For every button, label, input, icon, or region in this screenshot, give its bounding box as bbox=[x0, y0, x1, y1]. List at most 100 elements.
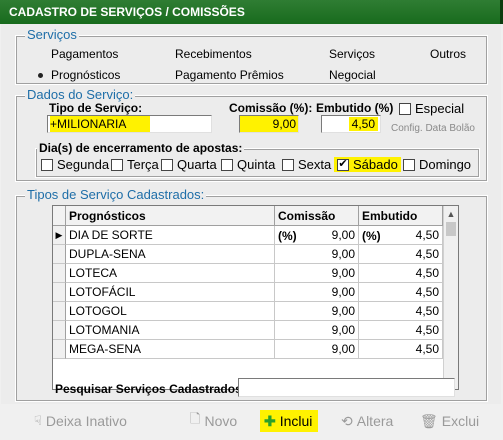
especial-label: Especial bbox=[415, 101, 465, 116]
table-cell: 4,50 bbox=[359, 245, 443, 264]
table-cell: 9,00 bbox=[275, 340, 359, 359]
checkbox-box[interactable] bbox=[111, 158, 123, 171]
tipo-servico-input[interactable]: +MILIONARIA bbox=[47, 115, 212, 133]
checkbox-label: Quarta bbox=[177, 157, 217, 172]
table-cell: 9,00 bbox=[275, 283, 359, 302]
radio-servi-os[interactable]: Serviços bbox=[313, 47, 375, 61]
checkbox-5[interactable]: ✔ Sábado bbox=[334, 157, 401, 172]
radio-negocial[interactable]: Negocial bbox=[313, 68, 376, 82]
checkbox-1[interactable]: Terça bbox=[111, 157, 159, 172]
checkbox-6[interactable]: Domingo bbox=[403, 157, 471, 172]
radio-dot[interactable] bbox=[35, 49, 46, 60]
window-title-bar: CADASTRO DE SERVIÇOS / COMISSÕES bbox=[0, 0, 503, 24]
table-cell: LOTECA bbox=[66, 264, 275, 283]
table-row[interactable]: MEGA-SENA 9,00 4,50 bbox=[53, 340, 444, 359]
plus-icon: ✚ bbox=[264, 412, 276, 429]
window-title: CADASTRO DE SERVIÇOS / COMISSÕES bbox=[9, 5, 245, 19]
inclui-button[interactable]: ✚ Inclui bbox=[260, 410, 319, 432]
dias-legend: Dia(s) de encerramento de apostas: bbox=[37, 141, 245, 155]
deixa-inativo-button[interactable]: ☟ Deixa Inativo bbox=[34, 410, 127, 432]
especial-checkbox[interactable]: Especial bbox=[399, 101, 464, 116]
table-cell: 4,50 bbox=[359, 321, 443, 340]
table-cell: MEGA-SENA bbox=[66, 340, 275, 359]
table-row[interactable]: ▶ DIA DE SORTE 9,00 4,50 bbox=[53, 226, 444, 245]
row-indicator bbox=[53, 302, 66, 321]
tipos-table[interactable]: Prognósticos Comissão (%) Embutido (%) ▶… bbox=[52, 205, 459, 390]
column-header-comissao[interactable]: Comissão (%) bbox=[275, 206, 359, 243]
radio-pagamento-pr-mios[interactable]: Pagamento Prêmios bbox=[159, 68, 284, 82]
embutido-input[interactable]: 4,50 bbox=[321, 115, 381, 133]
table-row[interactable]: LOTOGOL 9,00 4,50 bbox=[53, 302, 444, 321]
table-cell: 9,00 bbox=[275, 226, 359, 245]
row-indicator bbox=[53, 245, 66, 264]
checkbox-box[interactable] bbox=[41, 158, 53, 171]
checkbox-label: Sábado bbox=[353, 157, 398, 172]
new-document-icon: 🗋 bbox=[190, 411, 201, 426]
main-panel: Serviços Pagamentos Recebimentos Serviços O… bbox=[1, 24, 501, 404]
table-header-indicator bbox=[53, 206, 66, 226]
radio-label: Outros bbox=[430, 47, 467, 61]
column-header-embutido[interactable]: Embutido (%) bbox=[359, 206, 443, 243]
altera-label: Altera bbox=[356, 413, 394, 429]
table-cell: 9,00 bbox=[275, 264, 359, 283]
row-indicator bbox=[53, 321, 66, 340]
checkbox-label: Domingo bbox=[419, 157, 472, 172]
radio-label: Recebimentos bbox=[175, 47, 252, 61]
table-cell: LOTOGOL bbox=[66, 302, 275, 321]
config-data-bolao-link[interactable]: Config. Data Bolão bbox=[391, 123, 475, 134]
table-cell: 4,50 bbox=[359, 340, 443, 359]
checkbox-label: Sexta bbox=[298, 157, 332, 172]
table-vertical-scrollbar[interactable]: ▲ ▼ bbox=[443, 206, 458, 389]
radio-dot[interactable] bbox=[159, 70, 170, 81]
radio-dot[interactable] bbox=[313, 49, 324, 60]
refresh-icon: ⟲ bbox=[341, 412, 353, 429]
table-cell: 9,00 bbox=[275, 321, 359, 340]
radio-label: Pagamentos bbox=[51, 47, 119, 61]
table-cell: DIA DE SORTE bbox=[66, 226, 275, 245]
checkbox-4[interactable]: Sexta bbox=[282, 157, 331, 172]
scroll-up-icon[interactable]: ▲ bbox=[444, 207, 458, 221]
table-row[interactable]: LOTECA 9,00 4,50 bbox=[53, 264, 444, 283]
table-cell: DUPLA-SENA bbox=[66, 245, 275, 264]
comissao-input[interactable]: 9,00 bbox=[239, 115, 299, 133]
check-icon[interactable]: ✔ bbox=[337, 158, 349, 171]
tipos-legend: Tipos de Serviço Cadastrados: bbox=[25, 187, 207, 202]
radio-recebimentos[interactable]: Recebimentos bbox=[159, 47, 252, 61]
table-row[interactable]: LOTOMANIA 9,00 4,50 bbox=[53, 321, 444, 340]
scroll-thumb[interactable] bbox=[446, 222, 456, 236]
table-row[interactable]: LOTOFÁCIL 9,00 4,50 bbox=[53, 283, 444, 302]
altera-button[interactable]: ⟲ Altera bbox=[341, 410, 393, 432]
especial-box[interactable] bbox=[399, 102, 411, 115]
trash-icon: 🗑 bbox=[420, 412, 438, 429]
novo-button[interactable]: 🗋 Novo bbox=[190, 410, 237, 432]
radio-outros[interactable]: Outros bbox=[414, 47, 466, 61]
checkbox-box[interactable] bbox=[161, 158, 173, 171]
radio-label: Pagamento Prêmios bbox=[175, 68, 284, 82]
radio-progn-sticos[interactable]: Prognósticos bbox=[35, 68, 120, 82]
checkbox-label: Segunda bbox=[57, 157, 110, 172]
checkbox-box[interactable] bbox=[403, 158, 415, 171]
radio-dot[interactable] bbox=[313, 70, 324, 81]
row-indicator bbox=[53, 264, 66, 283]
radio-label: Negocial bbox=[329, 68, 376, 82]
radio-dot[interactable] bbox=[159, 49, 170, 60]
table-cell: LOTOMANIA bbox=[66, 321, 275, 340]
checkbox-2[interactable]: Quarta bbox=[161, 157, 217, 172]
dados-legend: Dados do Serviço: bbox=[25, 87, 136, 102]
checkbox-3[interactable]: Quinta bbox=[221, 157, 275, 172]
radio-pagamentos[interactable]: Pagamentos bbox=[35, 47, 118, 61]
column-header-prognosticos[interactable]: Prognósticos bbox=[66, 206, 275, 226]
checkbox-0[interactable]: Segunda bbox=[41, 157, 109, 172]
embutido-label: Embutido (%) bbox=[316, 101, 394, 115]
table-row[interactable]: DUPLA-SENA 9,00 4,50 bbox=[53, 245, 444, 264]
checkbox-label: Quinta bbox=[237, 157, 276, 172]
radio-label: Serviços bbox=[329, 47, 376, 61]
checkbox-box[interactable] bbox=[221, 158, 233, 171]
search-input[interactable] bbox=[238, 378, 455, 397]
radio-dot[interactable] bbox=[414, 49, 425, 60]
radio-dot[interactable] bbox=[35, 70, 46, 81]
exclui-button[interactable]: 🗑 Exclui bbox=[420, 410, 479, 432]
thumbs-down-icon: ☟ bbox=[34, 413, 42, 428]
comissao-value: 9,00 bbox=[272, 117, 296, 131]
checkbox-box[interactable] bbox=[282, 158, 294, 171]
